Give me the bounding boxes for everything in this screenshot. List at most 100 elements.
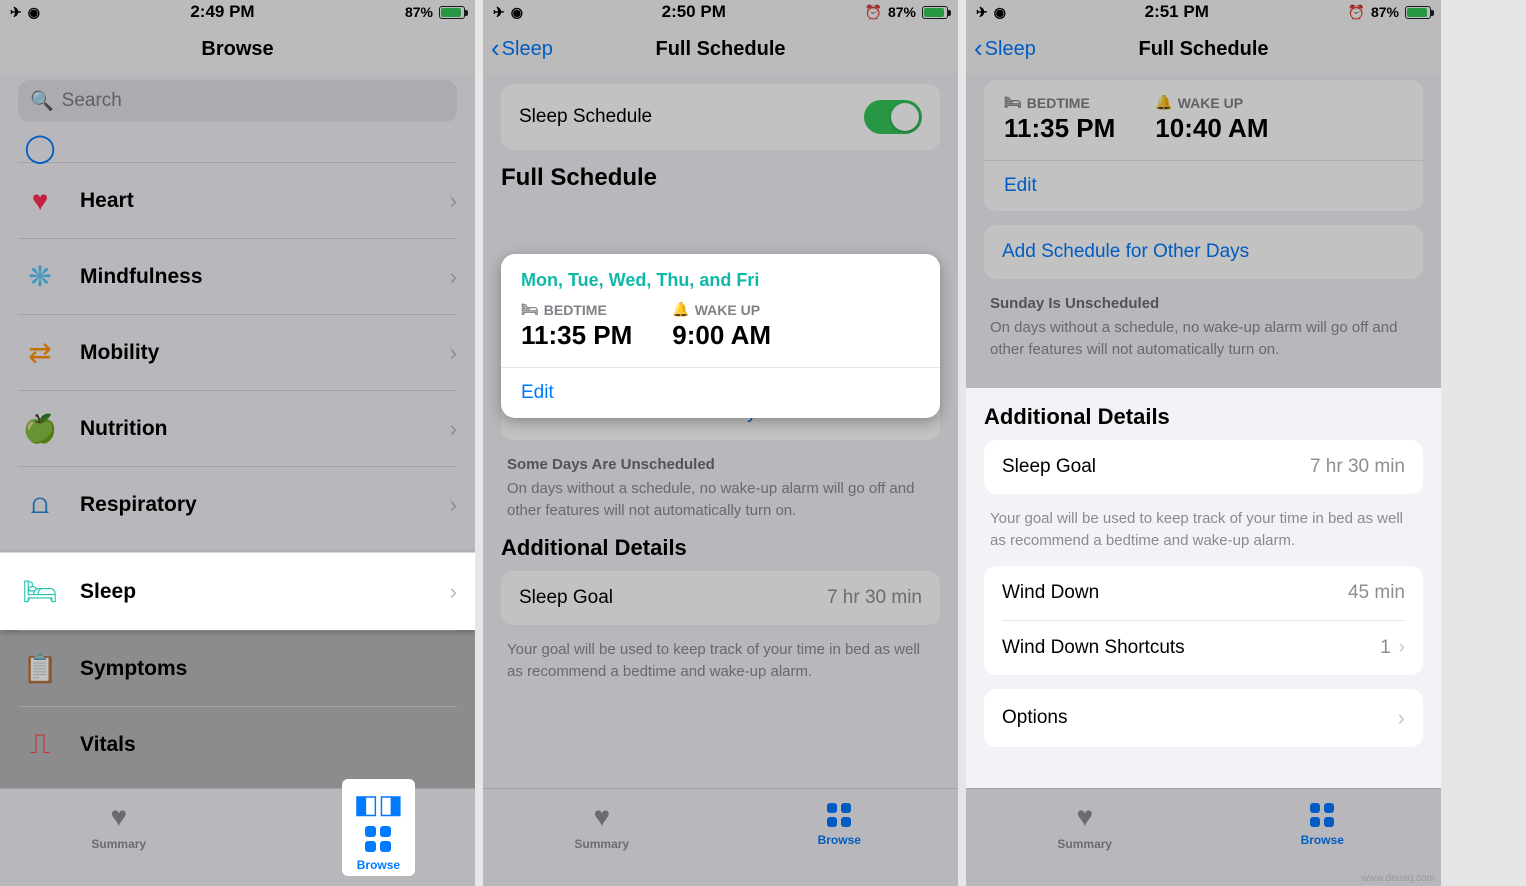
back-button[interactable]: ‹Sleep	[974, 37, 1036, 61]
list-item[interactable]: ⎍ Vitals ›	[18, 706, 457, 782]
bedtime-label: BEDTIME	[544, 302, 607, 318]
wakeup-value: 10:40 AM	[1155, 113, 1268, 144]
row-label: Symptoms	[80, 657, 450, 681]
bedtime-value: 11:35 PM	[521, 320, 632, 351]
tab-bar: ♥ Summary Browse	[966, 788, 1441, 886]
search-placeholder: Search	[62, 90, 122, 112]
page-title: Full Schedule	[655, 38, 785, 61]
grid-icon: ◧◨	[354, 789, 403, 820]
wifi-icon: ◉	[511, 4, 523, 21]
mobility-icon: ⇄	[18, 336, 62, 369]
row-label: Heart	[80, 189, 450, 213]
nav-header: Browse	[0, 24, 475, 74]
wakeup-label: WAKE UP	[1178, 95, 1243, 111]
airplane-icon: ✈	[976, 4, 988, 21]
edit-button[interactable]: Edit	[984, 160, 1423, 211]
bed-icon: 🛏	[18, 575, 62, 608]
wind-down-label: Wind Down	[1002, 582, 1099, 604]
watermark: www.deuaq.com	[1362, 873, 1435, 884]
tab-label: Summary	[574, 837, 629, 851]
tab-browse[interactable]: Browse	[794, 801, 884, 847]
battery-icon	[1405, 6, 1431, 19]
section-additional-details: Additional Details	[984, 404, 1423, 430]
list-item-sleep[interactable]: 🛏 Sleep ›	[0, 552, 475, 630]
wind-down-row[interactable]: Wind Down45 min	[984, 566, 1423, 620]
sleep-goal-card[interactable]: Sleep Goal7 hr 30 min	[984, 440, 1423, 494]
list-item[interactable]: ❋ Mindfulness ›	[18, 238, 457, 314]
back-label: Sleep	[502, 38, 553, 61]
bell-icon: 🔔	[1155, 94, 1172, 111]
tab-label: Browse	[357, 858, 400, 872]
grid-icon	[363, 824, 393, 854]
heart-icon: ♥	[18, 185, 62, 217]
mindfulness-icon: ❋	[18, 260, 62, 293]
clock: 2:49 PM	[190, 2, 254, 22]
heart-tab-icon: ♥	[593, 801, 610, 833]
wind-down-shortcuts-row[interactable]: Wind Down Shortcuts1›	[984, 621, 1423, 675]
add-schedule-link[interactable]: Add Schedule for Other Days	[1002, 241, 1249, 263]
airplane-icon: ✈	[10, 4, 22, 21]
chevron-right-icon: ›	[450, 188, 457, 214]
alarm-icon: ⏰	[865, 4, 882, 21]
status-bar: ✈◉ 2:50 PM ⏰87%	[483, 0, 958, 24]
symptoms-icon: 📋	[18, 652, 62, 685]
heart-tab-icon: ♥	[1076, 801, 1093, 833]
list-item[interactable]: 📋 Symptoms ›	[18, 630, 457, 706]
vitals-icon: ⎍	[18, 728, 62, 761]
page-title: Full Schedule	[1138, 38, 1268, 61]
edit-button[interactable]: Edit	[501, 367, 940, 418]
list-item[interactable]: ⇄ Mobility ›	[18, 314, 457, 390]
bed-icon: 🛏	[521, 301, 539, 318]
back-button[interactable]: ‹Sleep	[491, 37, 553, 61]
schedule-card[interactable]: Mon, Tue, Wed, Thu, and Fri 🛏BEDTIME 11:…	[501, 254, 940, 418]
tab-label: Browse	[1301, 833, 1344, 847]
battery-icon	[439, 6, 465, 19]
goal-note: Your goal will be used to keep track of …	[507, 639, 934, 683]
tab-summary[interactable]: ♥ Summary	[74, 801, 164, 851]
add-schedule-card[interactable]: Add Schedule for Other Days	[984, 225, 1423, 279]
nutrition-icon: 🍏	[18, 412, 62, 445]
tab-bar: ♥ Summary Browse	[483, 788, 958, 886]
wd-shortcuts-label: Wind Down Shortcuts	[1002, 637, 1185, 659]
tab-label: Summary	[1057, 837, 1112, 851]
schedule-card[interactable]: 🛏BEDTIME 11:35 PM 🔔WAKE UP 10:40 AM Edit	[984, 80, 1423, 211]
tab-browse[interactable]: Browse	[1277, 801, 1367, 847]
row-label: Sleep	[80, 580, 450, 604]
bedtime-label: BEDTIME	[1027, 95, 1090, 111]
tab-summary[interactable]: ♥ Summary	[1040, 801, 1130, 851]
sleep-goal-label: Sleep Goal	[1002, 456, 1096, 478]
chevron-right-icon: ›	[450, 340, 457, 366]
tab-browse[interactable]: ◧◨ Browse	[342, 779, 415, 876]
unscheduled-note: Some Days Are Unscheduled On days withou…	[507, 454, 934, 521]
alarm-icon: ⏰	[1348, 4, 1365, 21]
search-input[interactable]: 🔍 Search	[18, 80, 457, 122]
wd-shortcuts-value: 1	[1380, 637, 1391, 659]
chevron-right-icon: ›	[450, 492, 457, 518]
clock: 2:51 PM	[1145, 2, 1209, 22]
grid-icon	[1308, 801, 1336, 829]
tab-summary[interactable]: ♥ Summary	[557, 801, 647, 851]
hearing-icon: ◯	[18, 131, 62, 164]
sleep-schedule-switch[interactable]	[864, 100, 922, 134]
options-label: Options	[1002, 707, 1067, 729]
nav-header: ‹Sleep Full Schedule	[483, 24, 958, 74]
airplane-icon: ✈	[493, 4, 505, 21]
chevron-right-icon: ›	[450, 579, 457, 605]
chevron-left-icon: ‹	[491, 35, 500, 61]
chevron-right-icon: ›	[1398, 705, 1405, 731]
options-card[interactable]: Options ›	[984, 689, 1423, 747]
row-label: Respiratory	[80, 493, 450, 517]
status-bar: ✈◉ 2:51 PM ⏰87%	[966, 0, 1441, 24]
sleep-goal-card[interactable]: Sleep Goal7 hr 30 min	[501, 571, 940, 625]
list-item[interactable]: ⩍ Respiratory ›	[18, 466, 457, 542]
row-label: Vitals	[80, 733, 450, 757]
chevron-right-icon: ›	[450, 416, 457, 442]
list-item[interactable]: ♥ Heart ›	[18, 162, 457, 238]
battery-icon	[922, 6, 948, 19]
battery-percent: 87%	[1371, 4, 1399, 20]
row-label: Nutrition	[80, 417, 450, 441]
sleep-goal-value: 7 hr 30 min	[827, 587, 922, 609]
bell-icon: 🔔	[672, 301, 689, 318]
tab-label: Summary	[91, 837, 146, 851]
list-item[interactable]: 🍏 Nutrition ›	[18, 390, 457, 466]
